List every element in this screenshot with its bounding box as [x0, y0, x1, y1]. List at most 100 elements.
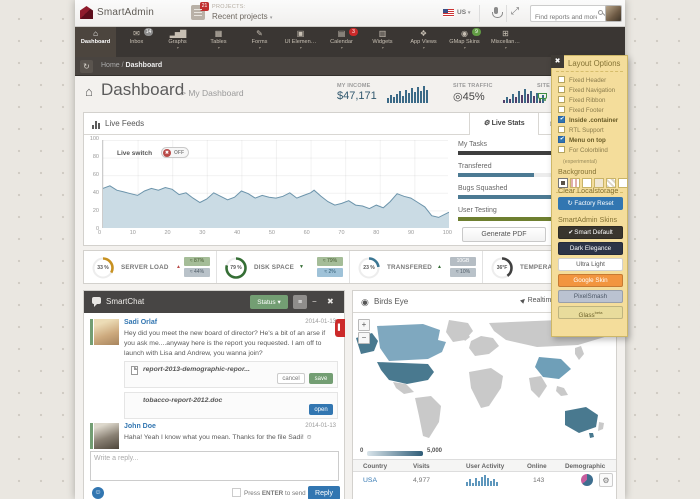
live-switch-label: Live switch	[117, 150, 152, 157]
locale-dropdown[interactable]: US ▾	[457, 9, 470, 16]
column-header[interactable]: Visits	[413, 463, 430, 470]
close-icon[interactable]: ✖	[327, 295, 334, 309]
smiley-icon[interactable]: ☺	[92, 487, 104, 499]
visits-value: 4,977	[413, 477, 430, 484]
live-switch-toggle[interactable]: ✖OFF	[161, 147, 189, 158]
minimize-icon[interactable]: −	[312, 295, 317, 309]
skin-dark-elegance[interactable]: ✔Dark Elegance	[558, 242, 623, 255]
stat-badge: ≈ 79%	[317, 257, 343, 266]
skin-glass[interactable]: ✔Glassbeta	[558, 306, 623, 319]
nav-item-graphs[interactable]: ▂▅▇ Graphs ▾	[157, 27, 198, 57]
nav-item-gmap-skins[interactable]: 9 ◉ GMap Skins ▾	[444, 27, 485, 57]
gmap-count-badge: 9	[472, 28, 481, 36]
search-icon[interactable]	[598, 10, 603, 15]
reply-input[interactable]	[90, 451, 339, 481]
windows-icon: ⊞	[485, 29, 526, 39]
status-button[interactable]: Status ▾	[250, 295, 288, 309]
logo-text[interactable]: SmartAdmin	[97, 7, 154, 18]
tab-live-stats[interactable]: ⚙ Live Stats	[469, 113, 539, 135]
ribbon: ↻ Home / Dashboard	[75, 57, 625, 76]
map-zoom-out-button[interactable]: −	[358, 332, 370, 344]
refresh-icon[interactable]: ↻	[80, 60, 93, 73]
open-button[interactable]: open	[309, 404, 333, 415]
checkbox[interactable]	[558, 116, 565, 123]
cancel-button[interactable]: cancel	[277, 373, 305, 384]
map-marker-icon: ◉	[361, 297, 369, 308]
row-settings-button[interactable]: ⚙	[599, 473, 613, 487]
skin-pixelsmash[interactable]: ✔PixelSmash	[558, 290, 623, 303]
projects-icon[interactable]: 21	[191, 5, 205, 20]
checkbox[interactable]	[558, 136, 565, 143]
live-area-chart	[103, 140, 449, 228]
smartchat-header: SmartChat Status ▾ ≡ − ✖	[84, 291, 344, 313]
stat-server-load[interactable]: 33 % SERVER LOAD ▲ ≈ 87%≈ 44%	[84, 251, 217, 283]
column-header[interactable]: Demographic	[565, 463, 605, 470]
chevron-down-icon: ▾	[468, 10, 471, 16]
map-zoom-in-button[interactable]: +	[358, 319, 370, 331]
checkbox[interactable]	[558, 76, 565, 83]
stat-transfered[interactable]: 23 % TRANSFERED ▲ 10GB≈ 10%	[350, 251, 483, 283]
live-chart-plot: Live switch ✖OFF	[102, 140, 448, 228]
skin-smart-default[interactable]: ✔Smart Default	[558, 226, 623, 239]
check-icon: ✔	[568, 230, 573, 236]
divider	[556, 71, 623, 72]
fullscreen-icon[interactable]: ⤢	[511, 6, 519, 17]
cart-icon	[538, 93, 547, 99]
checkbox[interactable]	[558, 86, 565, 93]
chevron-down-icon: ▾	[321, 46, 362, 50]
column-header[interactable]: Online	[527, 463, 547, 470]
panel-title: Live Feeds	[105, 119, 144, 128]
demographic-pie	[581, 474, 593, 486]
chat-online-users-tab[interactable]: ▌	[335, 319, 345, 337]
attachment-name: report-2013-demographic-repor...	[143, 366, 250, 373]
enter-to-send-checkbox[interactable]	[232, 488, 241, 497]
column-header[interactable]: User Activity	[466, 463, 504, 470]
chevron-down-icon: ▾	[239, 46, 280, 50]
generate-pdf-button[interactable]: Generate PDF	[462, 227, 546, 242]
stat-disk-space[interactable]: 79 % DISK SPACE ▼ ≈ 79%≈ 2%	[217, 251, 350, 283]
projects-dropdown[interactable]: Recent projects ▾	[212, 12, 272, 21]
user-activity-sparkline	[466, 475, 498, 486]
close-icon[interactable]: ✖	[551, 55, 564, 68]
skin-google-skin[interactable]: ✔Google Skin	[558, 274, 623, 287]
nav-item-forms[interactable]: ✎ Forms ▾	[239, 27, 280, 57]
reply-button[interactable]: Reply	[308, 486, 340, 499]
factory-reset-button[interactable]: ↻ Factory Reset	[558, 197, 623, 210]
home-icon: ⌂	[75, 29, 116, 39]
table-icon: ▦	[198, 29, 239, 39]
checkbox[interactable]	[558, 106, 565, 113]
sender-name[interactable]: John Doe	[124, 423, 156, 430]
nav-item-tables[interactable]: ▦ Tables ▾	[198, 27, 239, 57]
column-header[interactable]: Country	[363, 463, 387, 470]
trend-arrow-icon: ▲	[437, 264, 442, 270]
table-header-row: Country Visits User Activity Online Demo…	[353, 459, 616, 472]
nav-item-inbox[interactable]: 14 ✉ Inbox	[116, 27, 157, 57]
calendar-count-badge: 3	[349, 28, 358, 36]
search-input[interactable]	[531, 10, 597, 25]
page-title: Dashboard	[101, 80, 184, 100]
voice-command-icon[interactable]	[494, 7, 498, 14]
save-button[interactable]: save	[309, 373, 333, 384]
user-avatar[interactable]	[605, 5, 622, 22]
sender-name[interactable]: Sadi Orlaf	[124, 319, 157, 326]
nav-item-miscellaneous[interactable]: ⊞ Miscellan… ▾	[485, 27, 526, 57]
chat-users-button[interactable]: ≡	[293, 295, 307, 309]
chevron-down-icon: ▾	[270, 15, 273, 21]
country-link[interactable]: USA	[363, 477, 377, 484]
background-swatch[interactable]	[618, 178, 628, 188]
task-label: My Tasks	[458, 141, 487, 148]
nav-item-dashboard[interactable]: ⌂ Dashboard	[75, 27, 116, 57]
live-feeds-header: Live Feeds ⚙ Live Stats f Social Network	[84, 113, 616, 135]
checkbox[interactable]	[558, 126, 565, 133]
app-header: SmartAdmin 21 PROJECTS: Recent projects …	[75, 0, 625, 27]
stats-row: 33 % SERVER LOAD ▲ ≈ 87%≈ 44% 79 % DISK …	[83, 250, 617, 284]
nav-item-calendar[interactable]: 3 ▤ Calendar ▾	[321, 27, 362, 57]
nav-item-widgets[interactable]: ▥ Widgets ▾	[362, 27, 403, 57]
checkbox[interactable]	[558, 96, 565, 103]
breadcrumb[interactable]: Home / Dashboard	[101, 62, 162, 69]
nav-item-app-views[interactable]: ❖ App Views ▾	[403, 27, 444, 57]
checkbox[interactable]	[558, 146, 565, 153]
nav-item-ui-elements[interactable]: ▣ UI Elemen… ▾	[280, 27, 321, 57]
message-date: 2014-01-13	[305, 319, 336, 325]
skin-ultra-light[interactable]: ✔Ultra Light	[558, 258, 623, 271]
